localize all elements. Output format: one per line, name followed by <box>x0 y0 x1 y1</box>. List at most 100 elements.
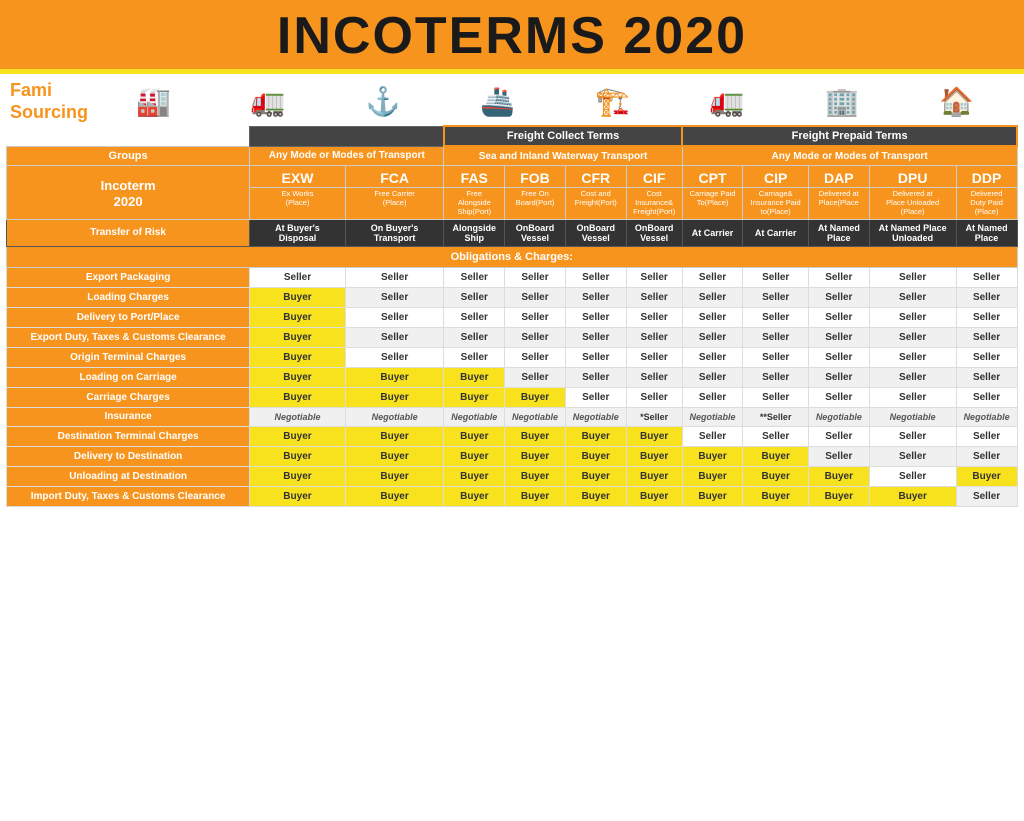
cell-r7-c7: **Seller <box>743 407 809 426</box>
cell-r5-c1: Buyer <box>345 367 444 387</box>
cell-r5-c10: Seller <box>956 367 1017 387</box>
cell-r0-c5: Seller <box>626 267 682 287</box>
cell-r1-c4: Seller <box>565 287 626 307</box>
sublabel-dap: Delivered at Place(Place <box>808 187 869 219</box>
row-label-7: Insurance <box>7 407 250 426</box>
cell-r2-c10: Seller <box>956 307 1017 327</box>
any-mode-group2: Any Mode or Modes of Transport <box>682 146 1017 165</box>
table-row: Export Duty, Taxes & Customs ClearanceBu… <box>7 327 1018 347</box>
transfer-risk-label: Transfer of Risk <box>7 219 250 246</box>
cell-r4-c8: Seller <box>808 347 869 367</box>
row-label-6: Carriage Charges <box>7 387 250 407</box>
cell-r9-c0: Buyer <box>250 446 346 466</box>
factory-icon: 🏭 <box>136 85 171 118</box>
table-row: Loading ChargesBuyerSellerSellerSellerSe… <box>7 287 1018 307</box>
cell-r2-c3: Seller <box>505 307 566 327</box>
cell-r1-c9: Seller <box>869 287 956 307</box>
cell-r8-c5: Buyer <box>626 426 682 446</box>
cell-r9-c2: Buyer <box>444 446 505 466</box>
code-fob: FOB <box>505 165 566 187</box>
cell-r3-c1: Seller <box>345 327 444 347</box>
cell-r9-c9: Seller <box>869 446 956 466</box>
risk-ddp: At Named Place <box>956 219 1017 246</box>
cell-r4-c5: Seller <box>626 347 682 367</box>
cell-r2-c6: Seller <box>682 307 743 327</box>
cell-r2-c5: Seller <box>626 307 682 327</box>
cell-r5-c6: Seller <box>682 367 743 387</box>
risk-dap: At Named Place <box>808 219 869 246</box>
cell-r4-c6: Seller <box>682 347 743 367</box>
cell-r3-c5: Seller <box>626 327 682 347</box>
cell-r2-c8: Seller <box>808 307 869 327</box>
code-cif: CIF <box>626 165 682 187</box>
cell-r4-c7: Seller <box>743 347 809 367</box>
code-fas: FAS <box>444 165 505 187</box>
cell-r4-c4: Seller <box>565 347 626 367</box>
cell-r6-c7: Seller <box>743 387 809 407</box>
risk-dpu: At Named Place Unloaded <box>869 219 956 246</box>
transfer-of-risk-row: Transfer of Risk At Buyer's Disposal On … <box>7 219 1018 246</box>
cell-r0-c9: Seller <box>869 267 956 287</box>
cell-r8-c9: Seller <box>869 426 956 446</box>
cell-r9-c8: Seller <box>808 446 869 466</box>
cell-r5-c7: Seller <box>743 367 809 387</box>
sublabel-fas: Free Alongside Ship(Port) <box>444 187 505 219</box>
cell-r10-c4: Buyer <box>565 466 626 486</box>
any-mode-group1: Any Mode or Modes of Transport <box>250 146 444 165</box>
row-label-9: Delivery to Destination <box>7 446 250 466</box>
table-row: Export PackagingSellerSellerSellerSeller… <box>7 267 1018 287</box>
cell-r0-c3: Seller <box>505 267 566 287</box>
sea-inland-group: Sea and Inland Waterway Transport <box>444 146 682 165</box>
cell-r11-c0: Buyer <box>250 486 346 506</box>
row-label-11: Import Duty, Taxes & Customs Clearance <box>7 486 250 506</box>
cell-r0-c0: Seller <box>250 267 346 287</box>
cell-r9-c4: Buyer <box>565 446 626 466</box>
sublabel-cfr: Cost and Freight(Port) <box>565 187 626 219</box>
cell-r5-c4: Seller <box>565 367 626 387</box>
any-mode-collect-header <box>250 126 444 146</box>
cell-r11-c5: Buyer <box>626 486 682 506</box>
cell-r3-c2: Seller <box>444 327 505 347</box>
cell-r3-c9: Seller <box>869 327 956 347</box>
cell-r5-c3: Seller <box>505 367 566 387</box>
cell-r11-c6: Buyer <box>682 486 743 506</box>
cell-r3-c7: Seller <box>743 327 809 347</box>
cell-r10-c7: Buyer <box>743 466 809 486</box>
cell-r1-c10: Seller <box>956 287 1017 307</box>
cell-r1-c8: Seller <box>808 287 869 307</box>
cell-r0-c6: Seller <box>682 267 743 287</box>
incoterms-table: Freight Collect Terms Freight Prepaid Te… <box>6 125 1018 507</box>
risk-fas: Alongside Ship <box>444 219 505 246</box>
cell-r9-c10: Seller <box>956 446 1017 466</box>
cell-r6-c8: Seller <box>808 387 869 407</box>
cell-r10-c2: Buyer <box>444 466 505 486</box>
cell-r9-c5: Buyer <box>626 446 682 466</box>
row-label-1: Loading Charges <box>7 287 250 307</box>
cell-r1-c1: Seller <box>345 287 444 307</box>
risk-fob: OnBoard Vessel <box>505 219 566 246</box>
sublabel-fob: Free On Board(Port) <box>505 187 566 219</box>
cell-r9-c6: Buyer <box>682 446 743 466</box>
groups-row: Groups Any Mode or Modes of Transport Se… <box>7 146 1018 165</box>
cell-r6-c0: Buyer <box>250 387 346 407</box>
table-row: Delivery to DestinationBuyerBuyerBuyerBu… <box>7 446 1018 466</box>
cell-r7-c2: Negotiable <box>444 407 505 426</box>
cell-r0-c8: Seller <box>808 267 869 287</box>
table-row: Origin Terminal ChargesBuyerSellerSeller… <box>7 347 1018 367</box>
groups-label: Groups <box>7 146 250 165</box>
cell-r0-c4: Seller <box>565 267 626 287</box>
cell-r10-c6: Buyer <box>682 466 743 486</box>
cell-r8-c3: Buyer <box>505 426 566 446</box>
cell-r6-c10: Seller <box>956 387 1017 407</box>
cell-r0-c10: Seller <box>956 267 1017 287</box>
table-row: Delivery to Port/PlaceBuyerSellerSellerS… <box>7 307 1018 327</box>
risk-fca: On Buyer's Transport <box>345 219 444 246</box>
cell-r3-c10: Seller <box>956 327 1017 347</box>
cell-r3-c3: Seller <box>505 327 566 347</box>
cell-r5-c8: Seller <box>808 367 869 387</box>
cell-r2-c4: Seller <box>565 307 626 327</box>
row-label-0: Export Packaging <box>7 267 250 287</box>
risk-exw: At Buyer's Disposal <box>250 219 346 246</box>
cell-r0-c1: Seller <box>345 267 444 287</box>
cell-r10-c0: Buyer <box>250 466 346 486</box>
